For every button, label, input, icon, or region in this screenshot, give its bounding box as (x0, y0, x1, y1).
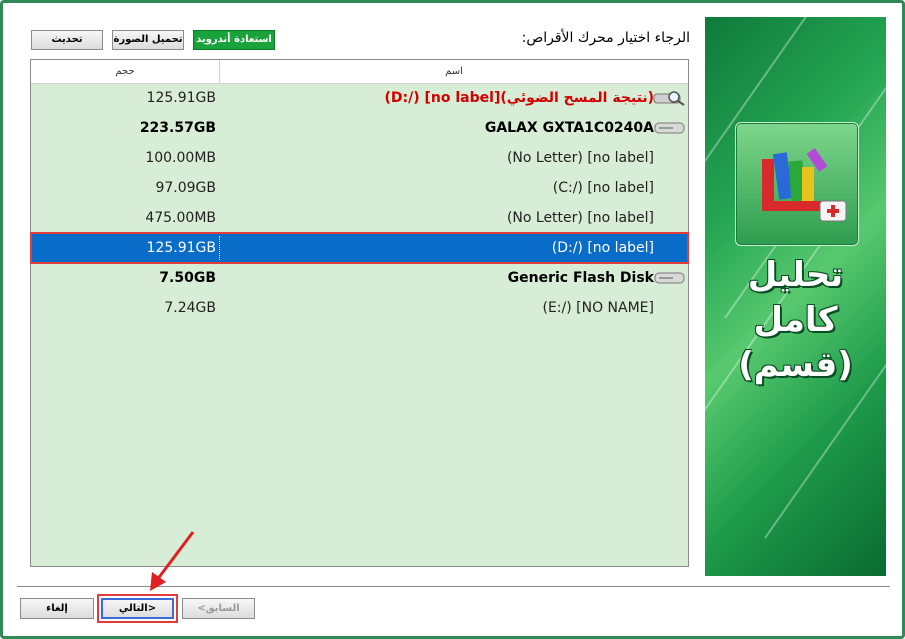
row-size: 125.91GB (146, 240, 216, 256)
row-size: 7.50GB (159, 270, 216, 286)
row-size: 7.24GB (164, 300, 216, 316)
row-name: Generic Flash Disk (507, 270, 654, 286)
hard-disk-icon (654, 272, 685, 284)
scan-drive-icon (653, 91, 685, 106)
select-drive-prompt: الرجاء اختيار محرك الأقراص: (521, 30, 690, 46)
column-header-name[interactable]: اسم (220, 60, 688, 83)
android-recovery-button[interactable]: استعادة أندرويد (193, 30, 275, 63)
table-row[interactable]: 125.91GB (D:/) [no label](نتيجة المسح ال… (31, 83, 688, 113)
table-header: حجم اسم (31, 60, 688, 84)
side-title-line-1: تحليل (747, 255, 844, 295)
row-size: 475.00MB (145, 210, 216, 226)
row-name: (No Letter) [no label] (506, 210, 654, 226)
table-row[interactable]: 97.09GB (C:/) [no label] (31, 173, 688, 203)
row-name: (No Letter) [no label] (506, 150, 654, 166)
table-row-selected[interactable]: 125.91GB (D:/) [no label] (30, 232, 689, 264)
drive-table: حجم اسم 125.91GB (D:/) [no label](نتيجة … (30, 59, 689, 567)
row-size: 97.09GB (155, 180, 216, 196)
load-image-button[interactable]: تحميل الصورة (112, 30, 184, 50)
side-title-line-2: كامل (753, 300, 838, 340)
partition-recovery-icon (735, 122, 859, 246)
row-name: (C:/) [no label] (552, 180, 654, 196)
side-banner: تحليل كامل (قسم) (705, 17, 886, 576)
row-name: (D:/) [no label](نتيجة المسح الضوئي) (384, 90, 654, 106)
table-row[interactable]: 223.57GB GALAX GXTA1C0240A (31, 113, 688, 143)
android-recovery-label: استعادة أندرويد (196, 34, 272, 45)
row-size: 125.91GB (146, 90, 216, 106)
cancel-button[interactable]: إلغاء (20, 598, 94, 619)
refresh-button[interactable]: تحديث (31, 30, 103, 50)
row-name: GALAX GXTA1C0240A (484, 120, 654, 136)
footer-divider (17, 586, 890, 587)
table-row[interactable]: 100.00MB (No Letter) [no label] (31, 143, 688, 173)
hard-disk-icon (654, 122, 685, 134)
row-name: (D:/) [no label] (551, 240, 654, 256)
column-header-size[interactable]: حجم (31, 60, 220, 83)
table-row[interactable]: 7.24GB (E:/) [NO NAME] (31, 293, 688, 323)
table-row[interactable]: 475.00MB (No Letter) [no label] (31, 203, 688, 233)
next-button[interactable]: التالي> (97, 594, 178, 623)
row-size: 100.00MB (145, 150, 216, 166)
table-row[interactable]: 7.50GB Generic Flash Disk (31, 263, 688, 293)
row-size: 223.57GB (139, 120, 216, 136)
row-name: (E:/) [NO NAME] (542, 300, 655, 316)
side-title-line-3: (قسم) (738, 345, 853, 385)
back-button[interactable]: <السابق (182, 598, 255, 619)
